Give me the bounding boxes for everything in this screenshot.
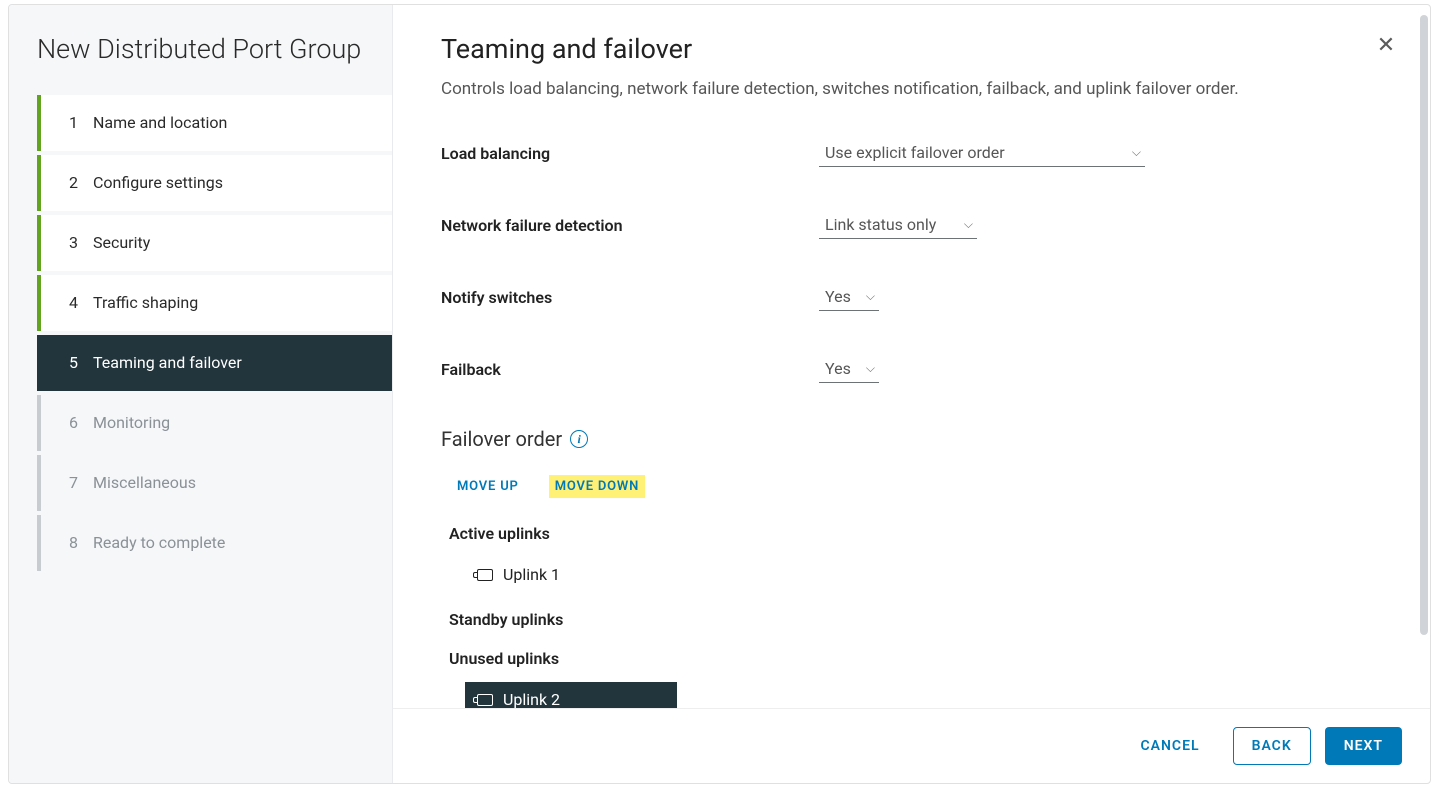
wizard-step-3[interactable]: 3Security [37,215,392,271]
cancel-button[interactable]: CANCEL [1122,727,1219,765]
wizard-step-label: Teaming and failover [93,353,242,372]
next-button[interactable]: NEXT [1325,727,1402,765]
wizard-step-4[interactable]: 4Traffic shaping [37,275,392,331]
wizard-sidebar: New Distributed Port Group 1Name and loc… [9,5,393,783]
move-up-button[interactable]: MOVE UP [451,475,525,498]
nic-icon [477,694,493,706]
wizard-step-label: Ready to complete [93,533,225,552]
wizard-step-2[interactable]: 2Configure settings [37,155,392,211]
close-icon[interactable]: ✕ [1374,35,1398,59]
row-load-balancing: Load balancing Use explicit failover ord… [441,139,1382,167]
wizard-step-number: 4 [69,293,93,312]
label-notify-switches: Notify switches [441,288,819,307]
uplink-group-standby: Standby uplinks [441,604,1382,635]
failover-order-title: Failover order i [441,427,1382,451]
wizard-step-number: 3 [69,233,93,252]
label-failure-detection: Network failure detection [441,216,819,235]
wizard-step-number: 8 [69,533,93,552]
select-notify-switches-value: Yes [825,287,851,306]
wizard-step-7: 7Miscellaneous [37,455,392,511]
uplink-item[interactable]: Uplink 1 [465,557,677,592]
select-failure-detection[interactable]: Link status only ⌵ [819,211,977,239]
move-down-button[interactable]: MOVE DOWN [549,475,645,498]
wizard-step-number: 6 [69,413,93,432]
nic-icon [477,569,493,581]
row-failure-detection: Network failure detection Link status on… [441,211,1382,239]
wizard-step-label: Security [93,233,150,252]
select-failure-detection-value: Link status only [825,215,936,234]
wizard-step-label: Name and location [93,113,227,132]
uplink-item-label: Uplink 1 [503,565,560,584]
select-load-balancing[interactable]: Use explicit failover order ⌵ [819,139,1145,167]
select-failback-value: Yes [825,359,851,378]
uplink-item[interactable]: Uplink 2 [465,682,677,708]
wizard-step-number: 1 [69,113,93,132]
move-buttons: MOVE UP MOVE DOWN [441,475,1382,498]
wizard-step-label: Miscellaneous [93,473,196,492]
failover-groups: Active uplinks Uplink 1 Standby uplinks Unu… [441,518,1382,708]
select-failback[interactable]: Yes ⌵ [819,355,879,383]
wizard-step-number: 7 [69,473,93,492]
info-icon[interactable]: i [570,430,588,448]
uplink-group-active: Active uplinks [441,518,1382,549]
label-failback: Failback [441,360,819,379]
wizard-step-label: Traffic shaping [93,293,198,312]
page-title: Teaming and failover [441,33,1382,65]
chevron-down-icon: ⌵ [866,289,875,304]
label-load-balancing: Load balancing [441,144,819,163]
back-button[interactable]: BACK [1233,727,1311,765]
wizard-step-8: 8Ready to complete [37,515,392,571]
page-description: Controls load balancing, network failure… [441,79,1382,99]
chevron-down-icon: ⌵ [866,361,875,376]
wizard-title: New Distributed Port Group [9,33,392,95]
wizard-step-6: 6Monitoring [37,395,392,451]
row-failback: Failback Yes ⌵ [441,355,1382,383]
wizard-footer: CANCEL BACK NEXT [393,708,1430,783]
row-notify-switches: Notify switches Yes ⌵ [441,283,1382,311]
wizard-step-label: Monitoring [93,413,170,432]
wizard-step-number: 2 [69,173,93,192]
uplink-item-label: Uplink 2 [503,690,560,708]
wizard-step-number: 5 [69,353,93,372]
chevron-down-icon: ⌵ [964,217,973,232]
select-notify-switches[interactable]: Yes ⌵ [819,283,879,311]
wizard-step-5[interactable]: 5Teaming and failover [37,335,392,391]
scrollbar[interactable] [1420,15,1428,635]
main-content: Teaming and failover Controls load balan… [393,5,1430,708]
select-load-balancing-value: Use explicit failover order [825,143,1005,162]
wizard-steps: 1Name and location2Configure settings3Se… [9,95,392,575]
failover-order-label: Failover order [441,427,562,451]
wizard-main: ✕ Teaming and failover Controls load bal… [393,5,1430,783]
uplink-group-unused: Unused uplinks [441,643,1382,674]
wizard-dialog: New Distributed Port Group 1Name and loc… [8,4,1431,784]
wizard-step-label: Configure settings [93,173,223,192]
chevron-down-icon: ⌵ [1132,145,1141,160]
wizard-step-1[interactable]: 1Name and location [37,95,392,151]
